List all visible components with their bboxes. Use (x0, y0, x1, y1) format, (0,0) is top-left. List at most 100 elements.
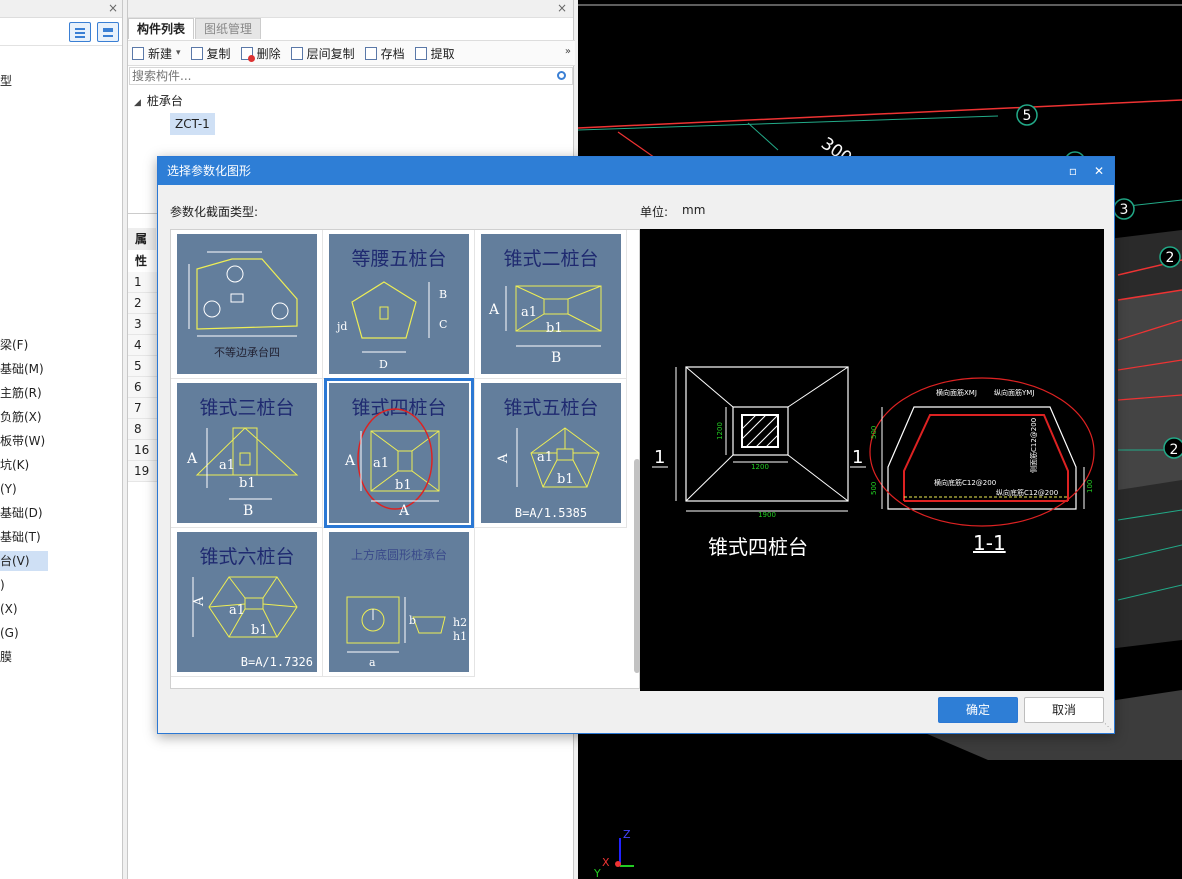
slab-side (1118, 290, 1182, 490)
list-view-icon[interactable] (69, 22, 91, 42)
highlight-ellipse (357, 408, 433, 510)
tree-root[interactable]: ◢ 桩承台 (134, 92, 183, 109)
property-row-number[interactable]: 4 (128, 335, 158, 356)
copy-button[interactable]: 复制 (190, 45, 231, 62)
delete-button[interactable]: 删除 (240, 45, 281, 62)
maximize-icon[interactable]: ▫ (1062, 157, 1084, 185)
property-row-number[interactable]: 2 (128, 293, 158, 314)
copy-label: 复制 (206, 46, 231, 61)
left-item[interactable]: 坑(K) (0, 455, 29, 475)
shape-card-round-pile-cap[interactable]: 上方底圆形桩承台 a b h2 h1 (329, 532, 469, 672)
left-item[interactable]: 基础(T) (0, 527, 41, 547)
left-item[interactable]: 基础(D) (0, 503, 43, 523)
left-item[interactable]: ) (0, 575, 5, 595)
left-item[interactable]: (Y) (0, 479, 17, 499)
rebar-top-h-label: 横向面筋XMJ (936, 388, 977, 397)
left-item[interactable]: 膜 (0, 647, 12, 667)
dim-label-a: a (369, 656, 376, 669)
more-icon[interactable]: » (565, 46, 571, 57)
dim-label-a: A (496, 453, 511, 464)
section-marker-left: 1 (654, 447, 665, 468)
search-icon[interactable] (557, 71, 566, 80)
shape-card-cone-five[interactable]: 锥式五桩台 A a1 b1 B=A/1.5385 (481, 383, 621, 523)
left-item-selected[interactable]: 台(V) (0, 551, 48, 571)
card-view-icon[interactable] (97, 22, 119, 42)
extract-button[interactable]: 提取 (414, 45, 455, 62)
dim-label-a1: a1 (373, 456, 389, 471)
slope-line (567, 285, 602, 300)
dim-label-a1: a1 (219, 458, 235, 473)
shape-card-cone-four[interactable]: 锥式四桩台 A a1 b1 A (324, 378, 474, 528)
shape-cell[interactable]: 锥式六桩台 A a1 b1 B=A/1.7326 (171, 528, 323, 677)
shape-card-cone-three[interactable]: 锥式三桩台 A a1 b1 B (177, 383, 317, 523)
ok-button[interactable]: 确定 (938, 697, 1018, 723)
tree-item-zct-1[interactable]: ZCT-1 (170, 113, 215, 135)
shape-cell[interactable]: 上方底圆形桩承台 a b h2 h1 (323, 528, 475, 677)
property-row-number[interactable]: 1 (128, 272, 158, 293)
floor-copy-button[interactable]: 层间复制 (290, 45, 355, 62)
new-button[interactable]: 新建 ▾ (132, 45, 181, 62)
shape-thumb: B C D jd (335, 281, 447, 371)
property-row-number[interactable]: 6 (128, 377, 158, 398)
collapse-triangle-icon[interactable]: ◢ (134, 98, 141, 108)
inner-rect (543, 298, 569, 315)
panel-tabs: 构件列表 图纸管理 (128, 18, 262, 39)
property-row-number[interactable]: 8 (128, 419, 158, 440)
unit-label: 单位: (640, 205, 669, 219)
left-item[interactable]: 负筋(X) (0, 407, 42, 427)
left-item[interactable]: 基础(M) (0, 359, 44, 379)
resize-grip-icon[interactable]: ⋱ (1104, 722, 1112, 731)
property-row-number[interactable]: 7 (128, 398, 158, 419)
slope-line (567, 313, 602, 332)
tab-component-list[interactable]: 构件列表 (128, 18, 195, 39)
search-input[interactable] (132, 69, 532, 83)
close-icon[interactable]: ✕ (1088, 157, 1110, 185)
slope-line (370, 470, 399, 492)
slope-line (685, 454, 734, 502)
shape-cell[interactable]: 锥式二桩台 A a1 b1 B (475, 230, 627, 379)
tab-drawing-management[interactable]: 图纸管理 (195, 18, 262, 39)
mid-panel-close-icon[interactable]: × (557, 1, 567, 15)
left-item[interactable]: 板带(W) (0, 431, 45, 451)
left-item[interactable]: (G) (0, 623, 19, 643)
slope-line (411, 430, 440, 452)
property-row-number[interactable]: 16 (128, 440, 158, 461)
property-row-number[interactable]: 3 (128, 314, 158, 335)
slope-line (262, 603, 298, 608)
property-row-number[interactable]: 19 (128, 461, 158, 482)
dim-label-a: A (488, 302, 500, 318)
shape-footer: B=A/1.7326 (240, 655, 313, 669)
shape-card-isosceles-five[interactable]: 等腰五桩台 B C D jd (329, 234, 469, 374)
left-item[interactable]: (X) (0, 599, 18, 619)
left-item[interactable]: 型 (0, 71, 12, 91)
dim-outer: 1900 (758, 511, 776, 519)
shape-cell[interactable]: 锥式三桩台 A a1 b1 B (171, 379, 323, 528)
shape-cell[interactable]: 等腰五桩台 B C D jd (323, 230, 475, 379)
shape-card-cone-six[interactable]: 锥式六桩台 A a1 b1 B=A/1.7326 (177, 532, 317, 672)
property-row-number[interactable]: 5 (128, 356, 158, 377)
save-button[interactable]: 存档 (364, 45, 405, 62)
shape-card-cone-two[interactable]: 锥式二桩台 A a1 b1 B (481, 234, 621, 374)
left-panel-close-icon[interactable]: × (108, 1, 118, 15)
shape-cell[interactable]: 锥式五桩台 A a1 b1 B=A/1.5385 (475, 379, 627, 528)
axis-label: 2 (1166, 250, 1175, 266)
shape-subtitle: 不等边承台四 (214, 346, 280, 359)
dim-label-a1: a1 (229, 603, 245, 618)
property-header: 属性 (128, 228, 156, 268)
dialog-title: 选择参数化图形 (167, 164, 252, 178)
pile-circle (226, 265, 244, 283)
shape-cell[interactable]: 不等边承台四 (171, 230, 323, 379)
left-item[interactable]: 梁(F) (0, 335, 28, 355)
shape-cell[interactable]: 锥式四桩台 A a1 b1 A (323, 378, 475, 528)
shape-card-unequal-four[interactable]: 不等边承台四 (177, 234, 317, 374)
rebar-bottom-v-label: 纵向底筋C12@200 (996, 488, 1058, 497)
dim-label-b1: b1 (395, 478, 412, 493)
cancel-button[interactable]: 取消 (1024, 697, 1104, 723)
left-item[interactable]: 主筋(R) (0, 383, 42, 403)
gizmo-origin (615, 861, 621, 867)
outline-shape (351, 281, 417, 339)
axis-label: 5 (1023, 108, 1032, 124)
pile-circle (203, 300, 221, 318)
chevron-down-icon[interactable]: ▾ (176, 48, 181, 58)
dim-label-a1: a1 (537, 450, 553, 465)
